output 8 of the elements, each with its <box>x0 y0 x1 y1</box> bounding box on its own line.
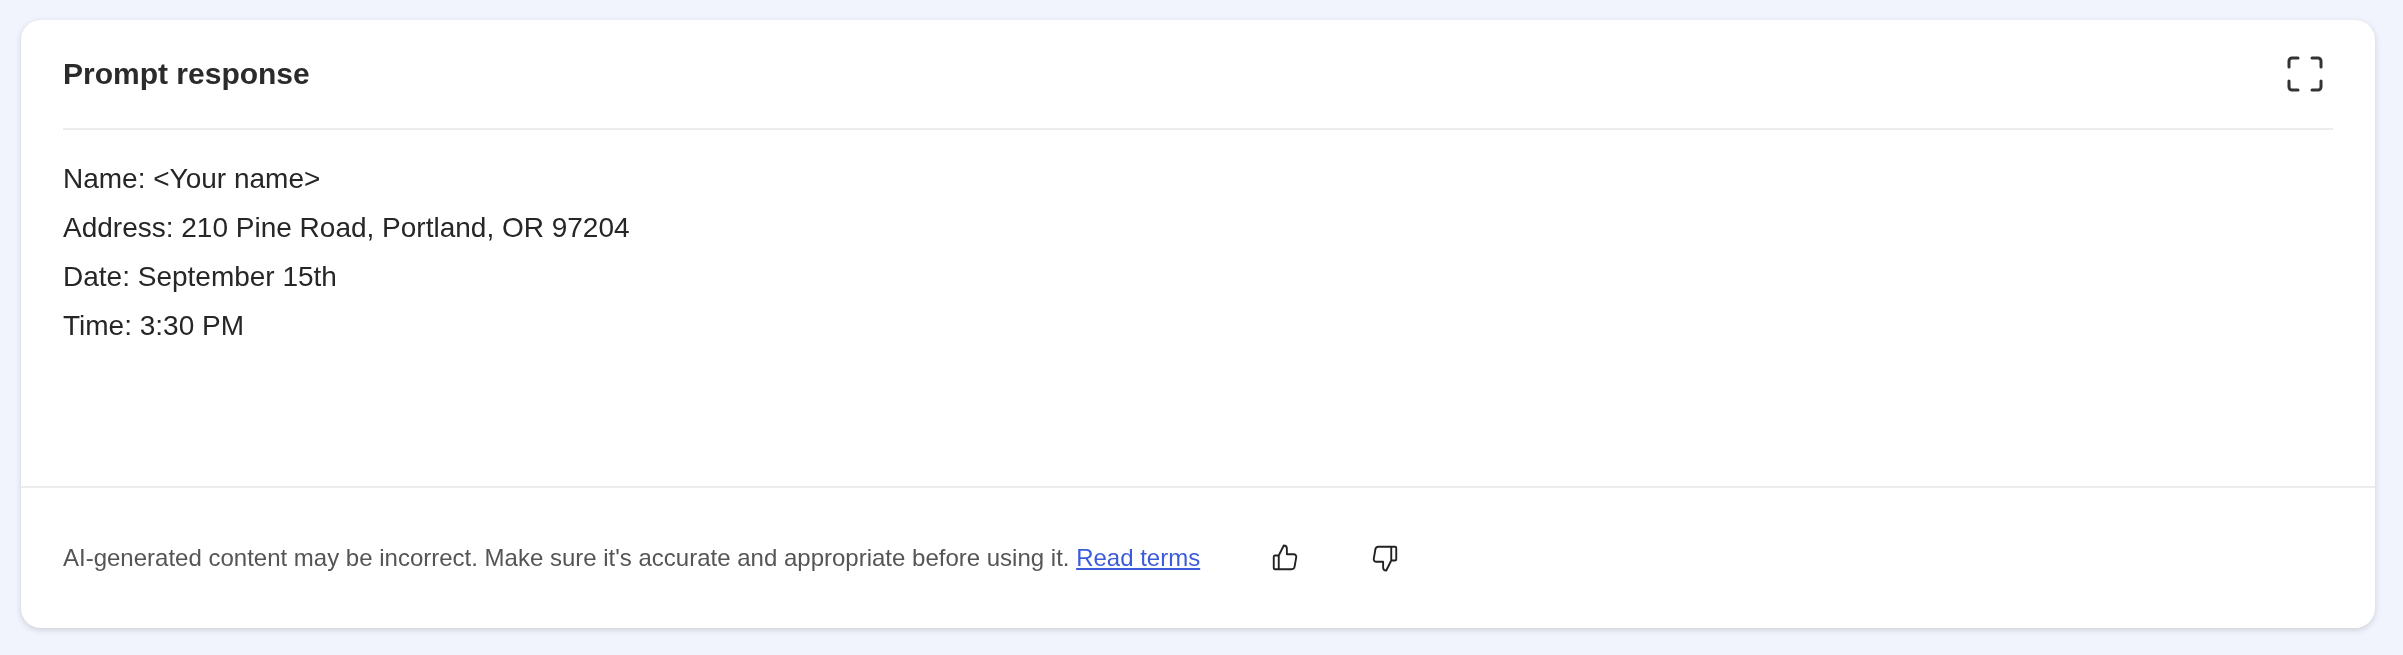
expand-icon[interactable] <box>2287 56 2323 92</box>
response-line: Date: September 15th <box>63 260 338 294</box>
response-line: Time: 3:30 PM <box>63 309 245 343</box>
response-line: Address: 210 Pine Road, Portland, OR 97204 <box>63 211 631 245</box>
read-terms-link[interactable]: Read terms <box>1076 544 1201 571</box>
card-title: Prompt response <box>63 57 310 91</box>
response-line: Name: <Your name> <box>63 162 322 196</box>
disclaimer-text: AI-generated content may be incorrect. Make sure it's accurate and appropriate before using it. Read terms <box>63 544 1201 572</box>
